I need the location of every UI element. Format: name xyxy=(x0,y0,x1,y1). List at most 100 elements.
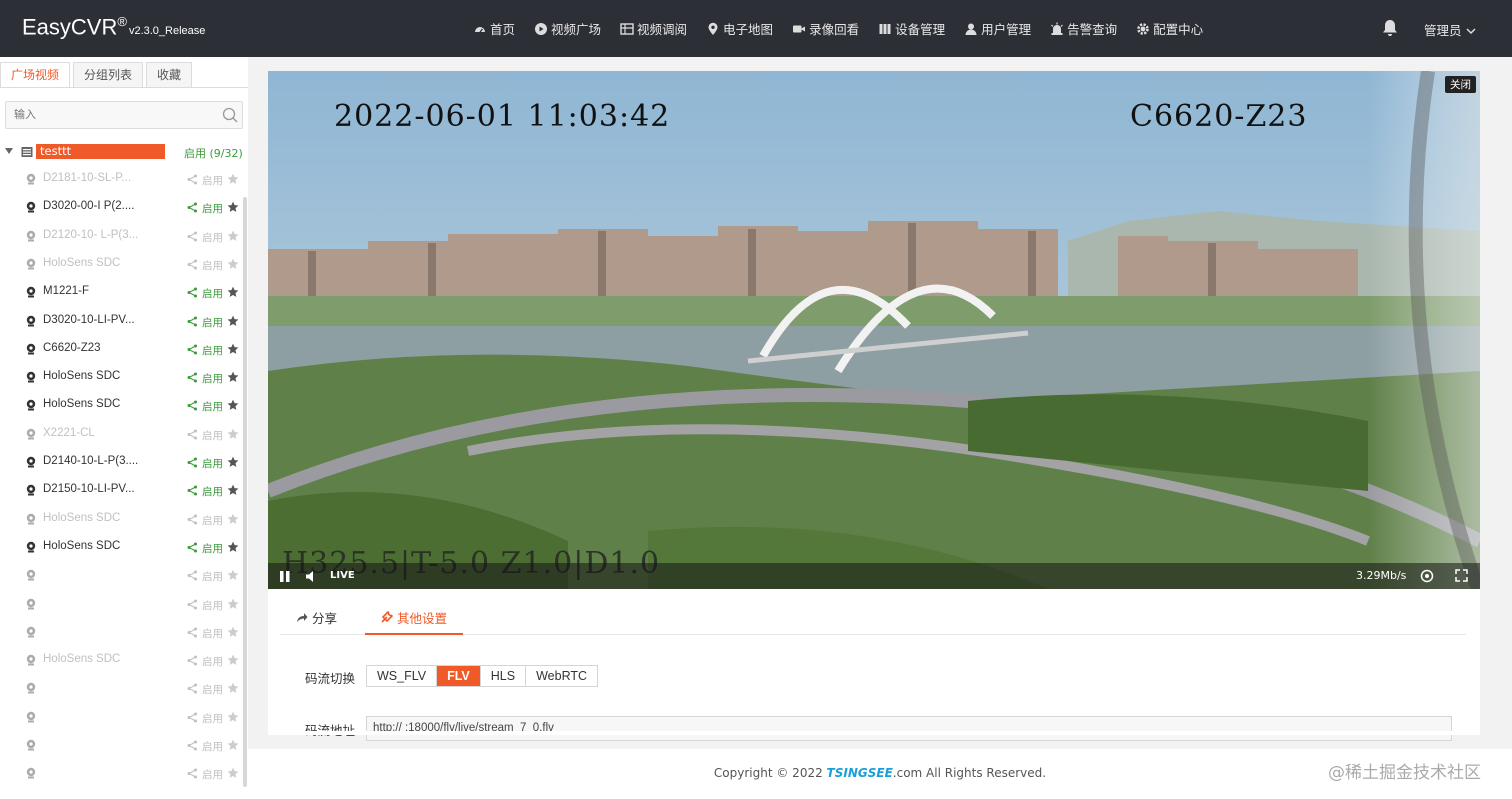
device-list-item[interactable]: D2140-10-L-P(3.... 启用 xyxy=(0,452,244,472)
star-icon[interactable] xyxy=(227,626,239,638)
video-player[interactable]: 2022-06-01 11:03:42 C6620-Z23 H325.5|T-5… xyxy=(268,71,1480,589)
device-list-item[interactable]: HoloSens SDC 启用 xyxy=(0,395,244,415)
stream-option-ws-flv[interactable]: WS_FLV xyxy=(367,666,438,686)
device-list-item[interactable]: 启用 xyxy=(0,678,244,698)
star-icon[interactable] xyxy=(227,286,239,298)
bell-icon[interactable] xyxy=(1381,19,1399,37)
device-list-item[interactable]: 启用 xyxy=(0,735,244,755)
snapshot-icon[interactable] xyxy=(1420,569,1434,583)
star-icon[interactable] xyxy=(227,230,239,242)
share-icon[interactable] xyxy=(187,372,198,383)
share-icon[interactable] xyxy=(187,712,198,723)
share-icon[interactable] xyxy=(187,344,198,355)
device-list-item[interactable]: HoloSens SDC 启用 xyxy=(0,367,244,387)
star-icon[interactable] xyxy=(227,315,239,327)
app-logo[interactable]: EasyCVR®v2.3.0_Release xyxy=(22,14,205,40)
search-icon[interactable] xyxy=(222,107,238,123)
device-list-item[interactable]: D2181-10-SL-P... 启用 xyxy=(0,169,244,189)
share-icon[interactable] xyxy=(187,259,198,270)
share-icon[interactable] xyxy=(187,768,198,779)
device-list-item[interactable]: D2120-10- L-P(3... 启用 xyxy=(0,226,244,246)
star-icon[interactable] xyxy=(227,371,239,383)
share-icon[interactable] xyxy=(187,287,198,298)
device-list-item[interactable]: 启用 xyxy=(0,565,244,585)
nav-item-7[interactable]: 告警查询 xyxy=(1050,19,1117,38)
share-icon[interactable] xyxy=(187,457,198,468)
caret-down-icon[interactable] xyxy=(5,148,13,154)
pause-icon[interactable] xyxy=(280,571,290,582)
nav-item-1[interactable]: 视频广场 xyxy=(534,19,601,38)
close-player-button[interactable]: 关闭 xyxy=(1445,76,1476,93)
share-icon[interactable] xyxy=(187,655,198,666)
tab-favorites[interactable]: 收藏 xyxy=(146,62,193,88)
star-icon[interactable] xyxy=(227,682,239,694)
search-input[interactable] xyxy=(6,102,206,128)
nav-item-2[interactable]: 视频调阅 xyxy=(620,19,687,38)
device-list-item[interactable]: 启用 xyxy=(0,594,244,614)
device-list-item[interactable]: C6620-Z23 启用 xyxy=(0,339,244,359)
volume-icon[interactable] xyxy=(306,571,316,582)
tab-group-list[interactable]: 分组列表 xyxy=(73,62,144,88)
star-icon[interactable] xyxy=(227,343,239,355)
device-list-item[interactable]: 启用 xyxy=(0,622,244,642)
share-icon[interactable] xyxy=(187,429,198,440)
share-icon[interactable] xyxy=(187,514,198,525)
stream-option-webrtc[interactable]: WebRTC xyxy=(526,666,597,686)
device-list-item[interactable]: 启用 xyxy=(0,707,244,727)
stream-option-flv[interactable]: FLV xyxy=(437,666,481,686)
star-icon[interactable] xyxy=(227,484,239,496)
nav-item-0[interactable]: 首页 xyxy=(473,19,515,38)
share-icon[interactable] xyxy=(187,740,198,751)
star-icon[interactable] xyxy=(227,399,239,411)
star-icon[interactable] xyxy=(227,711,239,723)
star-icon[interactable] xyxy=(227,513,239,525)
share-icon[interactable] xyxy=(187,542,198,553)
device-list-item[interactable]: X2221-CL 启用 xyxy=(0,424,244,444)
share-icon[interactable] xyxy=(187,400,198,411)
star-icon[interactable] xyxy=(227,173,239,185)
sidebar-scrollbar[interactable] xyxy=(243,197,247,787)
share-icon[interactable] xyxy=(187,231,198,242)
star-icon[interactable] xyxy=(227,654,239,666)
share-icon[interactable] xyxy=(187,627,198,638)
star-icon[interactable] xyxy=(227,428,239,440)
device-list-item[interactable]: HoloSens SDC 启用 xyxy=(0,509,244,529)
device-list-item[interactable]: HoloSens SDC 启用 xyxy=(0,537,244,557)
star-icon[interactable] xyxy=(227,569,239,581)
tab-other-settings[interactable]: 其他设置 xyxy=(365,605,463,635)
device-list-item[interactable]: D3020-10-LI-PV... 启用 xyxy=(0,311,244,331)
device-list-item[interactable]: M1221-F 启用 xyxy=(0,282,244,302)
device-list-item[interactable]: D2150-10-LI-PV... 启用 xyxy=(0,480,244,500)
share-icon[interactable] xyxy=(187,599,198,610)
fullscreen-icon[interactable] xyxy=(1455,569,1468,582)
footer-brand[interactable]: TSINGSEE xyxy=(827,766,893,780)
tree-root-node[interactable]: testtt 启用 (9/32) xyxy=(0,141,244,163)
star-icon[interactable] xyxy=(227,739,239,751)
device-list-item[interactable]: 启用 xyxy=(0,763,244,783)
tab-share[interactable]: 分享 xyxy=(280,605,353,635)
nav-item-6[interactable]: 用户管理 xyxy=(964,19,1031,38)
nav-item-8[interactable]: 配置中心 xyxy=(1136,19,1203,38)
star-icon[interactable] xyxy=(227,201,239,213)
nav-item-5[interactable]: 设备管理 xyxy=(878,19,945,38)
star-icon[interactable] xyxy=(227,767,239,779)
stream-url-field[interactable]: http:// :18000/flv/live/stream_7_0.flv xyxy=(366,716,1452,741)
user-menu[interactable]: 管理员 xyxy=(1424,20,1476,39)
share-icon[interactable] xyxy=(187,174,198,185)
star-icon[interactable] xyxy=(227,598,239,610)
device-list-item[interactable]: HoloSens SDC 启用 xyxy=(0,254,244,274)
nav-item-4[interactable]: 录像回看 xyxy=(792,19,859,38)
share-icon[interactable] xyxy=(187,485,198,496)
tab-square-video[interactable]: 广场视频 xyxy=(0,62,71,88)
nav-item-3[interactable]: 电子地图 xyxy=(706,19,773,38)
device-list-item[interactable]: D3020-00-I P(2.... 启用 xyxy=(0,197,244,217)
share-icon[interactable] xyxy=(187,683,198,694)
star-icon[interactable] xyxy=(227,258,239,270)
device-list-item[interactable]: HoloSens SDC 启用 xyxy=(0,650,244,670)
share-icon[interactable] xyxy=(187,316,198,327)
stream-option-hls[interactable]: HLS xyxy=(481,666,527,686)
star-icon[interactable] xyxy=(227,541,239,553)
share-icon[interactable] xyxy=(187,570,198,581)
share-icon[interactable] xyxy=(187,202,198,213)
star-icon[interactable] xyxy=(227,456,239,468)
